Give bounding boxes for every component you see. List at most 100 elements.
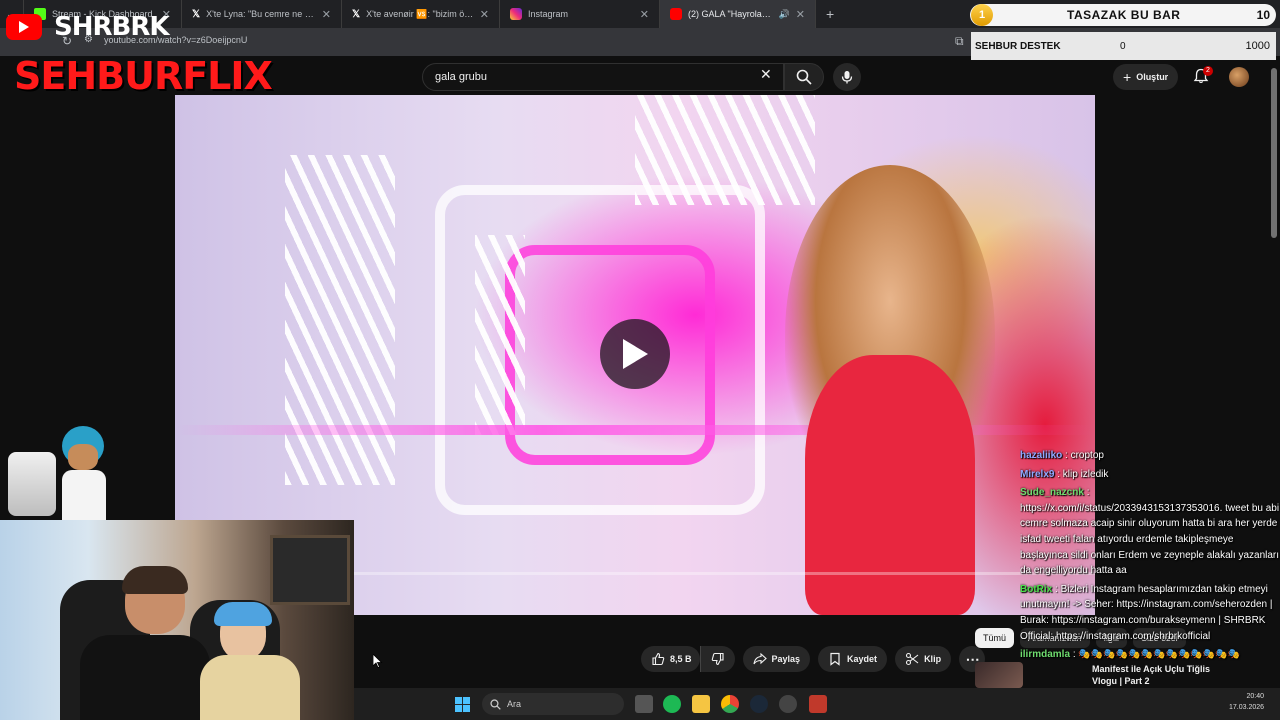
steam-icon[interactable]: [750, 695, 768, 713]
app-icon[interactable]: [809, 695, 827, 713]
chat-text: : https://x.com/i/status/203394315313735…: [1020, 487, 1280, 577]
chat-text: : Bizleri Instagram hesaplarımızdan taki…: [1020, 583, 1273, 642]
chip-all[interactable]: Tümü: [975, 628, 1015, 648]
speaker-icon[interactable]: 🔊: [779, 9, 790, 20]
stream-chat-overlay: hazaliiko : croptop Mirelx9 : klip izled…: [1020, 448, 1280, 720]
clock-date: 17.03.2026: [1229, 704, 1265, 711]
webcam-person-left-hair: [122, 566, 188, 594]
chrome-icon[interactable]: [721, 695, 739, 713]
support-goal-current: 0: [1120, 41, 1126, 52]
page-scrollbar[interactable]: [1271, 68, 1277, 238]
create-button[interactable]: + Oluştur: [1113, 64, 1179, 90]
chat-username: hazaliiko: [1020, 450, 1063, 461]
video-actions: 8,5 B Paylaş Kaydet Klip ⋯: [641, 646, 986, 672]
spotify-icon[interactable]: [663, 695, 681, 713]
chat-message: hazaliiko : croptop: [1020, 448, 1280, 464]
brand-logo: SEHBURFLIX: [14, 54, 273, 98]
chat-username: Mirelx9: [1020, 468, 1055, 480]
video-window-pattern: [475, 235, 525, 435]
play-icon: [623, 339, 648, 369]
screen: ⌄ Stream - Kick Dashboard ✕ 𝕏 X'te Lyna:…: [0, 0, 1280, 720]
chat-username: Sude_nazcnk: [1020, 487, 1084, 499]
search-input[interactable]: gala grubu: [422, 63, 784, 91]
play-icon: [19, 21, 29, 33]
chat-username: ilirmdamla: [1020, 649, 1071, 661]
create-label: Oluştur: [1136, 72, 1169, 82]
youtube-icon: [670, 8, 682, 20]
share-button[interactable]: Paylaş: [742, 646, 811, 672]
thumbs-up-icon: [652, 652, 665, 666]
video-dancer-top: [805, 355, 975, 615]
clear-search-icon[interactable]: ✕: [760, 66, 772, 83]
chat-message: Mirelx9 : klip izledik: [1020, 467, 1280, 483]
task-view-icon[interactable]: [635, 695, 653, 713]
youtube-logo: [6, 14, 42, 40]
mouse-cursor-icon: [373, 654, 383, 668]
thumbs-down-icon: [711, 652, 724, 666]
install-app-icon[interactable]: ⧉: [955, 34, 964, 49]
goal-bar-title: TASAZAK BU BAR: [1067, 8, 1181, 22]
mascot-body: [62, 470, 106, 520]
tab-label: X'te Lyna: "Bu cemre ne yasiyo: [206, 9, 316, 19]
voice-search-button[interactable]: [833, 63, 861, 91]
webcam-feed: [0, 520, 354, 720]
close-icon[interactable]: ✕: [640, 8, 649, 21]
obs-icon[interactable]: [779, 695, 797, 713]
dislike-button[interactable]: [699, 646, 735, 672]
support-goal-widget: SEHBUR DESTEK 0 1000: [971, 32, 1276, 60]
chat-text: : croptop: [1065, 450, 1104, 461]
chat-text: : 🎭🎭🎭🎭🎭🎭🎭🎭🎭🎭🎭🎭🎭: [1072, 649, 1241, 661]
share-icon: [752, 652, 767, 665]
instagram-icon: [510, 8, 522, 20]
share-label: Paylaş: [771, 654, 801, 664]
notification-badge: 2: [1203, 66, 1213, 76]
chair-graphic: [8, 452, 56, 516]
clip-button[interactable]: Klip: [895, 646, 952, 672]
new-tab-button[interactable]: +: [816, 6, 844, 22]
chat-message: BotRix : Bizleri Instagram hesaplarımızd…: [1020, 582, 1280, 644]
tab-x-lyna[interactable]: 𝕏 X'te Lyna: "Bu cemre ne yasiyo ✕: [182, 0, 342, 28]
webcam-person-right-body: [200, 655, 300, 720]
chat-message: ilirmdamla : 🎭🎭🎭🎭🎭🎭🎭🎭🎭🎭🎭🎭🎭: [1020, 647, 1280, 663]
webcam-wall-poster: [270, 535, 350, 605]
play-button[interactable]: [600, 319, 670, 389]
account-avatar[interactable]: [1229, 67, 1249, 87]
x-logo-icon: 𝕏: [352, 8, 361, 20]
taskbar-clock[interactable]: 20:40 17.03.2026: [1229, 691, 1264, 713]
search-button[interactable]: [784, 63, 824, 91]
rank-coin: 1: [971, 4, 993, 26]
tab-x-avenoir[interactable]: 𝕏 X'te avenøir 🆚: "bizim öngörü ✕: [342, 0, 500, 28]
recommended-video-thumbnail[interactable]: [975, 662, 1023, 688]
search-icon: [490, 698, 501, 710]
windows-taskbar: Ara 20:40 17.03.2026: [354, 688, 1280, 720]
tab-instagram[interactable]: Instagram ✕: [500, 0, 660, 28]
webcam-headset: [214, 602, 272, 626]
chat-username: BotRix: [1020, 583, 1053, 595]
save-button[interactable]: Kaydet: [818, 646, 888, 672]
tab-youtube-gala[interactable]: (2) GALA "Hayrola Aşkım" || 🔊 ✕: [660, 0, 816, 28]
support-goal-label: SEHBUR DESTEK: [975, 41, 1061, 52]
mascot-overlay: [8, 426, 113, 520]
search-icon: [796, 69, 812, 85]
close-icon[interactable]: ✕: [480, 8, 489, 21]
bookmark-icon: [830, 652, 840, 666]
tab-label: Instagram: [528, 9, 569, 19]
plus-icon: +: [1123, 69, 1132, 85]
close-icon[interactable]: ✕: [796, 8, 805, 21]
taskbar-search[interactable]: Ara: [482, 693, 624, 715]
chat-text: : klip izledik: [1057, 468, 1109, 480]
close-icon[interactable]: ✕: [322, 8, 331, 21]
x-logo-icon: 𝕏: [192, 8, 201, 20]
microphone-icon: [841, 71, 853, 84]
mascot-face: [68, 444, 98, 470]
like-count: 8,5 B: [670, 654, 692, 664]
windows-start-icon[interactable]: [455, 697, 470, 712]
like-button[interactable]: 8,5 B: [641, 646, 700, 672]
webcam-person-left-body: [80, 635, 210, 720]
save-label: Kaydet: [847, 654, 878, 664]
video-ceiling-lines: [635, 95, 815, 205]
video-window-pattern: [285, 155, 395, 485]
support-goal-target: 1000: [1245, 40, 1270, 52]
file-explorer-icon[interactable]: [692, 695, 710, 713]
tab-label: (2) GALA "Hayrola Aşkım" ||: [688, 9, 773, 19]
